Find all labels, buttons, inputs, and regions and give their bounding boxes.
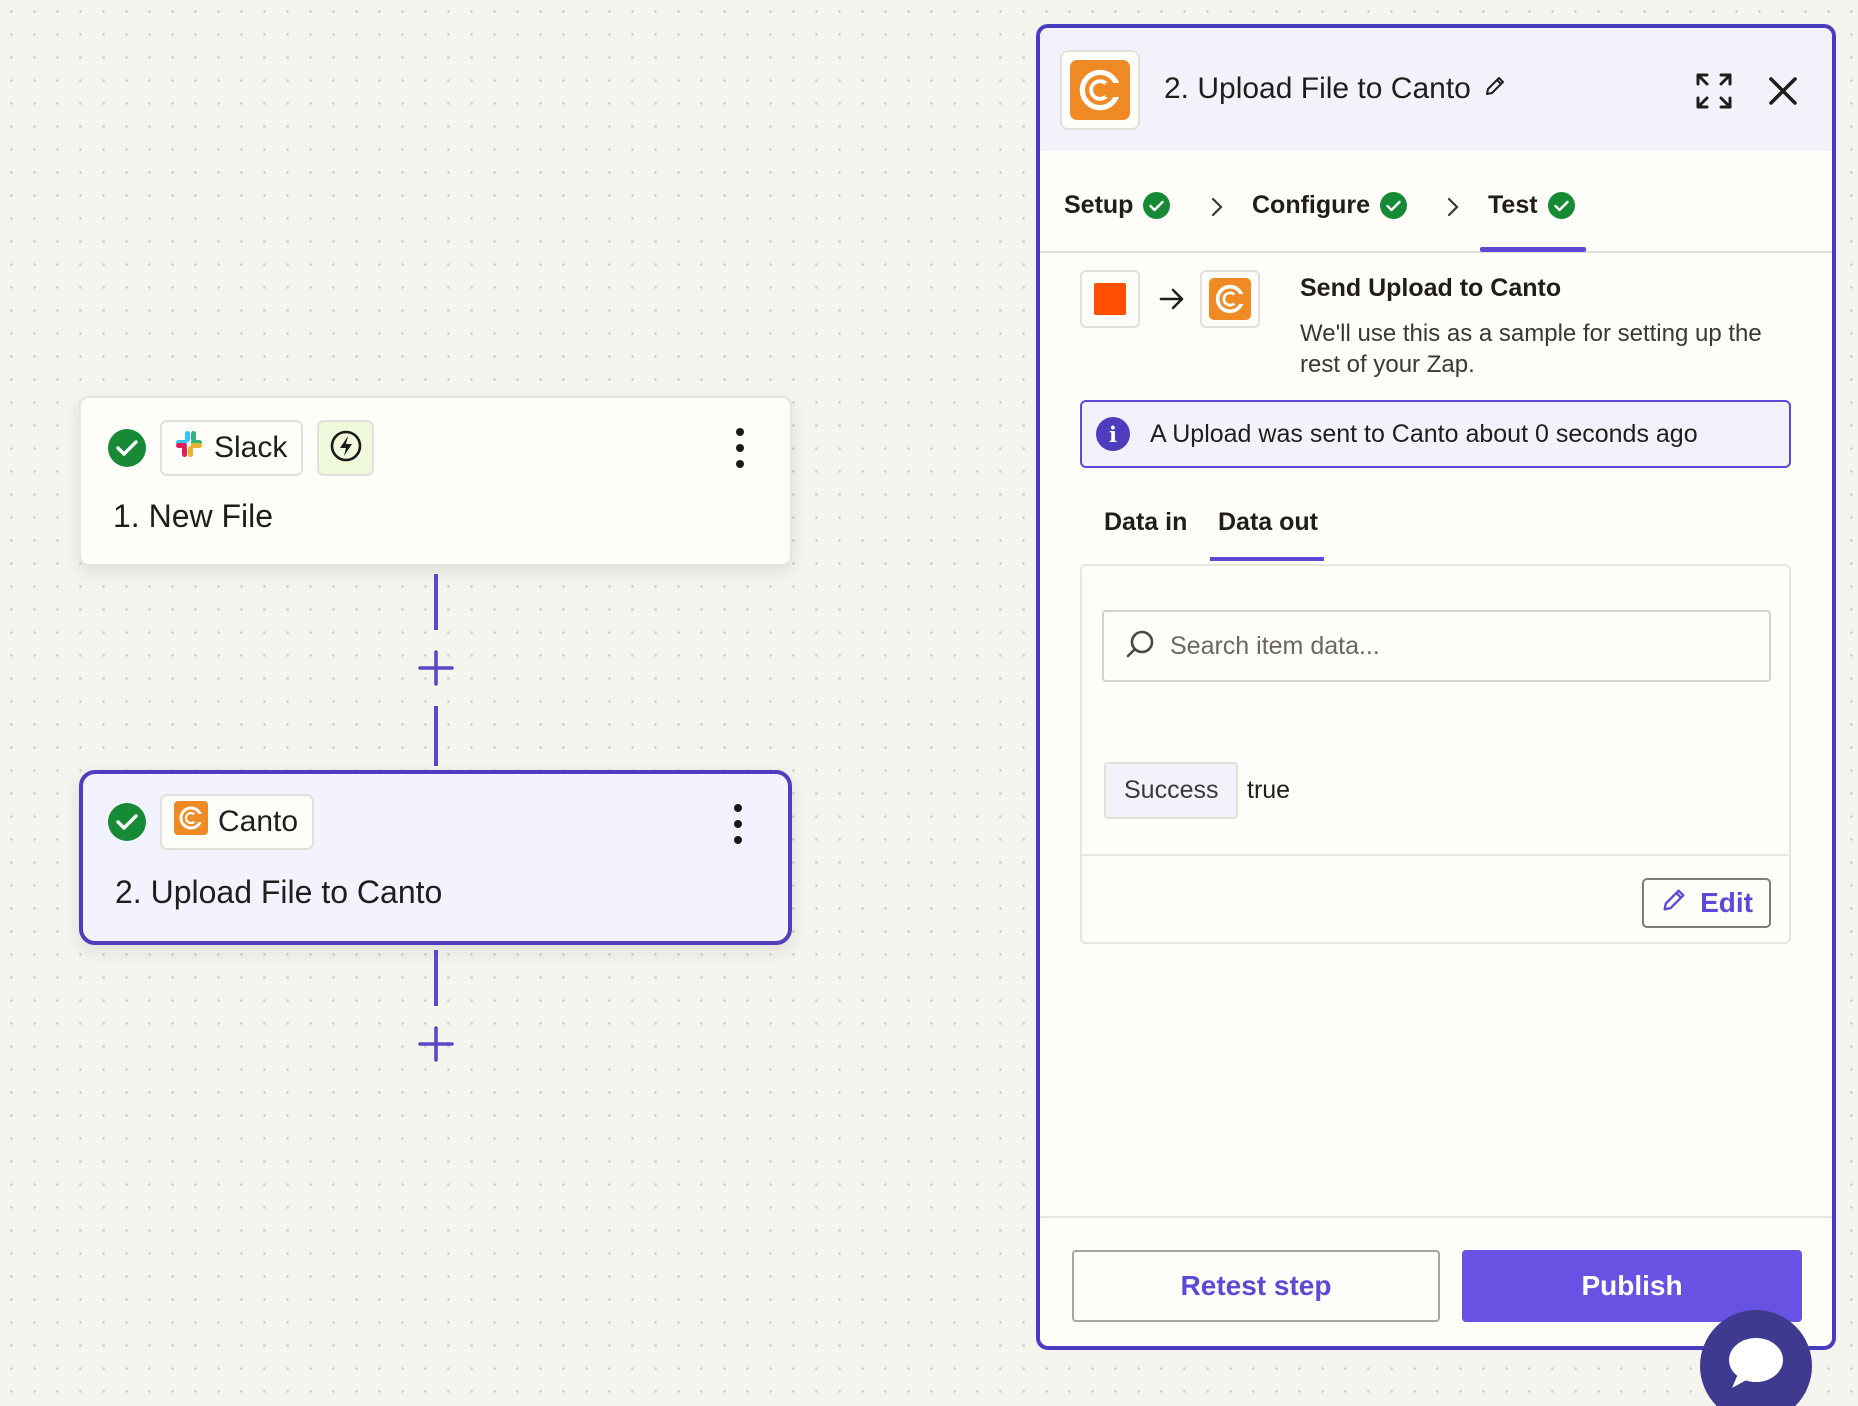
data-out-container: Success true Edit [1080, 564, 1791, 944]
kebab-icon[interactable] [728, 804, 748, 844]
check-icon [108, 803, 146, 841]
tab-label: Configure [1252, 191, 1371, 219]
info-icon: i [1096, 417, 1130, 451]
pencil-icon[interactable] [1483, 72, 1507, 106]
trigger-app-icon [1080, 270, 1140, 328]
result-key: Success [1104, 762, 1239, 819]
edit-button[interactable]: Edit [1642, 878, 1771, 928]
check-icon [108, 429, 146, 467]
tab-data-in[interactable]: Data in [1104, 508, 1187, 537]
app-name: Canto [218, 805, 299, 838]
divider [1082, 854, 1789, 856]
step-header: Canto [108, 794, 315, 850]
app-name: Slack [214, 431, 288, 464]
check-icon [1380, 192, 1408, 219]
test-result-alert: i A Upload was sent to Canto about 0 sec… [1080, 400, 1791, 468]
step-title: 1. New File [113, 498, 274, 534]
chat-icon [1726, 1336, 1786, 1395]
search-icon [1124, 628, 1156, 665]
result-value: true [1247, 776, 1291, 804]
pencil-icon [1660, 886, 1688, 921]
tab-setup[interactable]: Setup [1064, 191, 1171, 220]
app-chip-slack[interactable]: Slack [160, 420, 304, 476]
step-editor-panel: 2. Upload File to Canto Setup Configure [1036, 24, 1836, 1350]
active-tab-indicator [1210, 557, 1324, 561]
footer-divider [1040, 1216, 1832, 1218]
sample-title: Send Upload to Canto [1300, 274, 1562, 302]
add-step-button[interactable] [416, 1024, 456, 1064]
sample-description: We'll use this as a sample for setting u… [1300, 320, 1762, 378]
search-field[interactable] [1102, 610, 1771, 682]
panel-title-text: 2. Upload File to Canto [1164, 72, 1471, 105]
kebab-icon[interactable] [730, 428, 750, 468]
slack-logo-icon [174, 429, 204, 467]
expand-icon[interactable] [1694, 71, 1734, 111]
connector-line [434, 574, 438, 630]
tab-configure[interactable]: Configure [1252, 191, 1408, 220]
app-chip-canto[interactable]: Canto [160, 794, 315, 850]
check-icon [1143, 192, 1171, 219]
tab-test[interactable]: Test [1488, 191, 1575, 220]
alert-text: A Upload was sent to Canto about 0 secon… [1150, 419, 1698, 448]
edit-label: Edit [1700, 887, 1753, 918]
canto-logo-icon [1060, 50, 1140, 130]
connector-line [434, 950, 438, 1006]
panel-header: 2. Upload File to Canto [1040, 28, 1832, 151]
retest-step-button[interactable]: Retest step [1072, 1250, 1440, 1322]
bolt-icon [329, 429, 363, 468]
add-step-button[interactable] [416, 648, 456, 688]
step-progress-nav: Setup Configure Test [1040, 151, 1832, 253]
check-icon [1547, 192, 1575, 219]
tab-label: Test [1488, 191, 1538, 219]
canto-logo-icon [174, 801, 208, 843]
connector-line [434, 706, 438, 766]
tab-data-out[interactable]: Data out [1218, 508, 1318, 537]
trigger-badge[interactable] [317, 420, 375, 476]
step-header: Slack [108, 420, 375, 476]
arrow-right-icon [1158, 286, 1186, 317]
plus-icon [416, 1026, 456, 1068]
step-title: 2. Upload File to Canto [115, 874, 443, 910]
chevron-right-icon [1444, 196, 1462, 218]
step-card-upload-file[interactable]: Canto 2. Upload File to Canto [79, 770, 792, 945]
tab-label: Setup [1064, 191, 1134, 219]
active-tab-indicator [1480, 247, 1586, 252]
chevron-right-icon [1208, 196, 1226, 218]
close-icon[interactable] [1766, 74, 1800, 108]
canto-logo-icon [1200, 270, 1260, 328]
search-input[interactable] [1170, 631, 1730, 661]
step-card-new-file[interactable]: Slack 1. New File [79, 396, 792, 566]
panel-title[interactable]: 2. Upload File to Canto [1164, 72, 1507, 106]
plus-icon [416, 650, 456, 692]
